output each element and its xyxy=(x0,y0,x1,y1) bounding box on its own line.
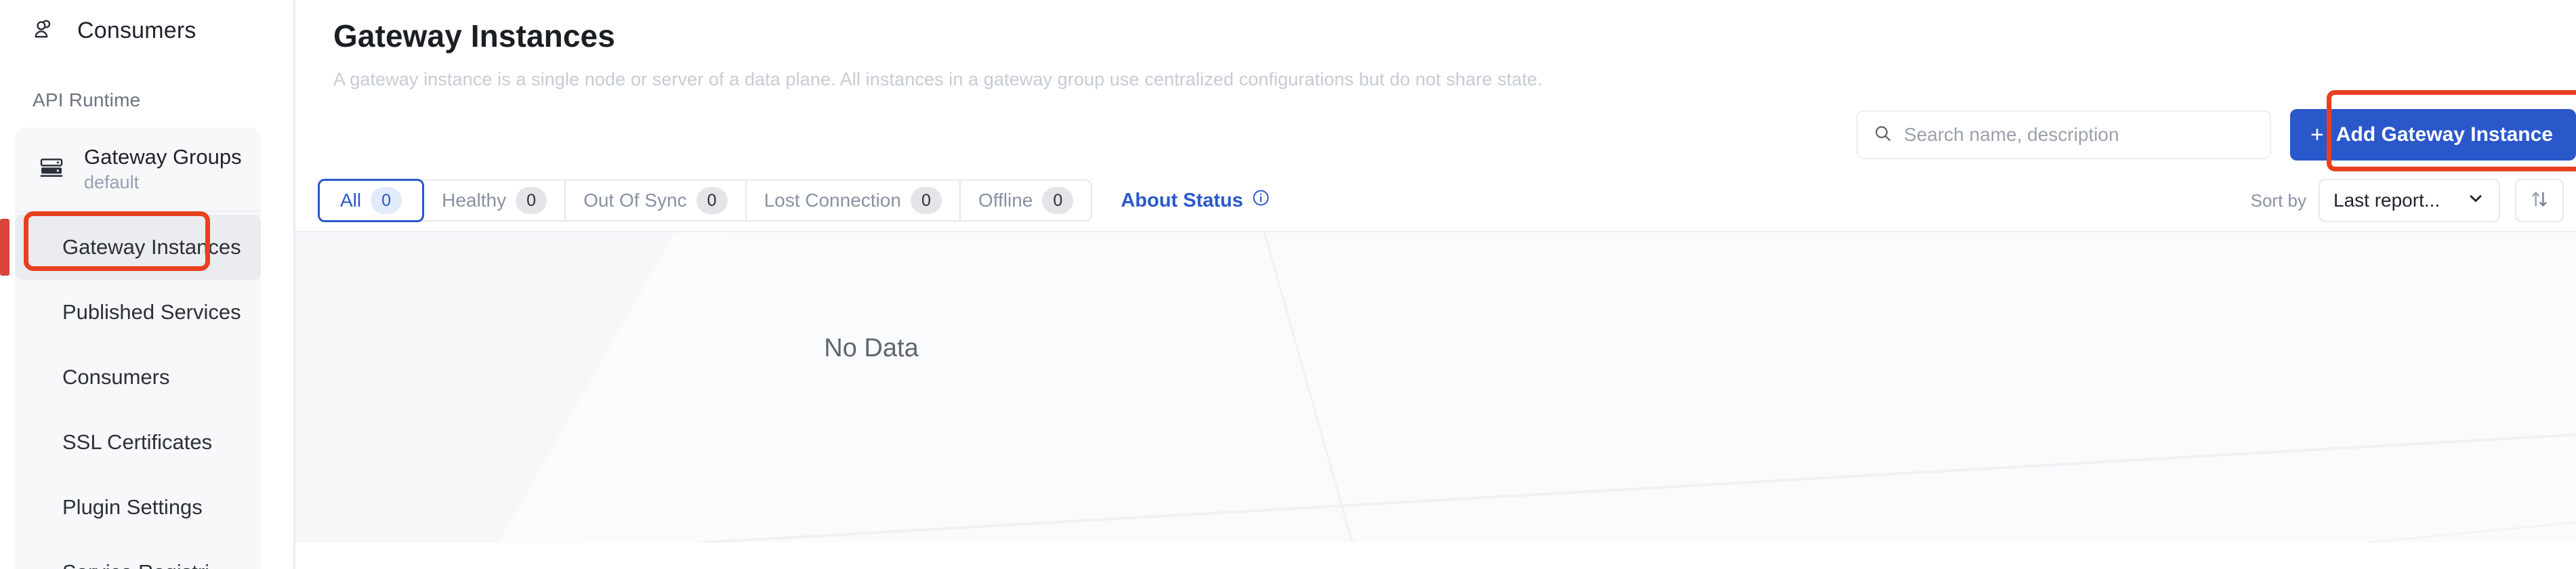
sidebar-item-label: Gateway Instances xyxy=(62,235,241,259)
sort-controls: Sort by Last report... xyxy=(2251,179,2564,222)
sidebar-top-item-label: Consumers xyxy=(77,17,196,43)
info-icon xyxy=(1251,188,1270,213)
main-content: Gateway Instances A gateway instance is … xyxy=(295,0,2576,569)
plus-icon: + xyxy=(2310,122,2324,148)
sidebar-item-service-registries[interactable]: Service Registri xyxy=(15,540,261,569)
search-box[interactable] xyxy=(1856,110,2272,159)
sidebar-item-consumers-top[interactable]: Consumers xyxy=(0,0,293,47)
tab-count-badge: 0 xyxy=(696,187,728,214)
sidebar-nav-list: Gateway Instances Published Services Con… xyxy=(0,212,261,569)
empty-state-area: No Data xyxy=(295,231,2576,543)
sidebar-item-label: Service Registri xyxy=(62,560,209,569)
sidebar-item-ssl-certificates[interactable]: SSL Certificates xyxy=(15,410,261,475)
sort-by-label: Sort by xyxy=(2250,190,2306,211)
sidebar-item-label: SSL Certificates xyxy=(62,430,213,454)
sort-by-value: Last report... xyxy=(2333,190,2440,211)
add-gateway-instance-button[interactable]: + Add Gateway Instance xyxy=(2290,109,2576,161)
tab-count-badge: 0 xyxy=(910,187,942,214)
app-root: Consumers API Runtime Gateway Groups def… xyxy=(0,0,2576,569)
tab-count-badge: 0 xyxy=(516,187,547,214)
sidebar-nav-card: Gateway Groups default Gateway Instances… xyxy=(0,127,261,569)
no-data-wrapper: No Data xyxy=(295,334,1447,363)
sort-direction-icon xyxy=(2529,188,2550,213)
sidebar-gateway-groups-selector[interactable]: Gateway Groups default xyxy=(15,127,261,212)
tab-label: All xyxy=(340,190,362,211)
tab-label: Healthy xyxy=(442,190,507,211)
tab-all[interactable]: All 0 xyxy=(318,179,425,222)
background-illustration xyxy=(295,232,2576,543)
about-status-label: About Status xyxy=(1121,189,1243,211)
about-status-link[interactable]: About Status xyxy=(1121,188,1270,213)
chevron-down-icon xyxy=(2466,189,2485,213)
sidebar-item-label: Consumers xyxy=(62,365,170,389)
tab-label: Offline xyxy=(978,190,1033,211)
sidebar-item-label: Plugin Settings xyxy=(62,495,203,519)
page-header: Gateway Instances A gateway instance is … xyxy=(295,0,2576,90)
tab-label: Lost Connection xyxy=(764,190,901,211)
tab-count-badge: 0 xyxy=(371,187,402,214)
sort-by-select[interactable]: Last report... xyxy=(2319,179,2500,222)
gateway-groups-subtitle: default xyxy=(84,172,140,192)
tab-lost-connection[interactable]: Lost Connection 0 xyxy=(746,181,961,220)
tab-healthy[interactable]: Healthy 0 xyxy=(424,181,566,220)
people-icon xyxy=(33,17,57,45)
tab-count-badge: 0 xyxy=(1042,187,1074,214)
filter-bar: All 0 Healthy 0 Out Of Sync 0 Lost Conne… xyxy=(295,170,2576,231)
server-rack-icon xyxy=(38,154,65,184)
sidebar-section-title: API Runtime xyxy=(33,89,141,110)
sidebar-item-label: Published Services xyxy=(62,300,241,324)
sidebar-item-consumers[interactable]: Consumers xyxy=(15,345,261,410)
toolbar: + Add Gateway Instance xyxy=(295,90,2576,171)
search-icon xyxy=(1873,123,1893,147)
sidebar-item-published-services[interactable]: Published Services xyxy=(15,280,261,345)
page-subtitle: A gateway instance is a single node or s… xyxy=(333,69,1543,89)
no-data-text: No Data xyxy=(824,334,919,362)
tab-offline[interactable]: Offline 0 xyxy=(960,181,1092,220)
tab-label: Out Of Sync xyxy=(583,190,687,211)
page-title: Gateway Instances xyxy=(333,18,615,54)
search-input[interactable] xyxy=(1904,124,2270,146)
tab-out-of-sync[interactable]: Out Of Sync 0 xyxy=(566,181,747,220)
sidebar-item-gateway-instances[interactable]: Gateway Instances xyxy=(0,215,261,280)
gateway-groups-title: Gateway Groups xyxy=(84,145,242,169)
sidebar-item-plugin-settings[interactable]: Plugin Settings xyxy=(15,475,261,540)
sort-direction-button[interactable] xyxy=(2515,179,2564,222)
sidebar: Consumers API Runtime Gateway Groups def… xyxy=(0,0,295,569)
add-gateway-instance-label: Add Gateway Instance xyxy=(2335,123,2553,146)
status-filter-tabs: All 0 Healthy 0 Out Of Sync 0 Lost Conne… xyxy=(318,179,1093,222)
